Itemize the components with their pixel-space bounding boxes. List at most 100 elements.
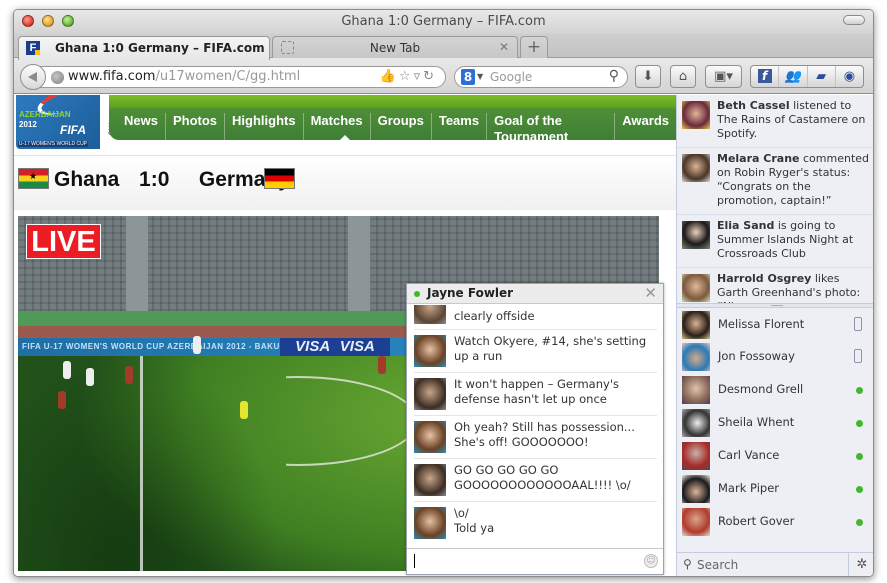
buddy-list-item[interactable]: Desmond Grell — [677, 374, 873, 406]
buddy-list-item[interactable]: Melissa Florent — [677, 309, 873, 341]
close-chat-icon[interactable]: ✕ — [644, 284, 657, 302]
url-action-icons[interactable]: 👍☆▿↻ — [380, 69, 437, 84]
buddy-list-item[interactable]: Jon Fossoway — [677, 341, 873, 373]
search-engine-dropdown-icon[interactable]: ▼ — [477, 72, 483, 81]
home-button[interactable]: ⌂ — [670, 65, 696, 88]
sponsor-board: VISA VISA — [280, 338, 390, 356]
player — [378, 356, 386, 374]
close-tab-icon[interactable]: ✕ — [499, 40, 509, 54]
ticker-text: Elia Sand is going to Summer Islands Nig… — [717, 219, 872, 261]
chat-header[interactable]: Jayne Fowler ✕ — [407, 284, 663, 304]
messages-button[interactable]: ▰ — [808, 66, 836, 87]
download-arrow-icon: ⬇ — [642, 69, 654, 84]
tab-new-tab[interactable]: New Tab ✕ — [272, 36, 518, 59]
chat-messages[interactable]: clearly offside Watch Okyere, #14, she's… — [407, 305, 663, 541]
chat-contact-name[interactable]: Jayne Fowler — [427, 286, 513, 300]
like-icon[interactable]: 👍 — [380, 69, 399, 84]
mobile-icon — [854, 349, 862, 363]
reload-icon[interactable]: ↻ — [423, 69, 437, 84]
nav-highlights[interactable]: Highlights — [225, 113, 304, 145]
buddy-list-item[interactable]: Robert Gover — [677, 506, 873, 538]
nav-groups[interactable]: Groups — [371, 113, 432, 145]
avatar — [682, 376, 710, 404]
nav-awards[interactable]: Awards — [615, 113, 676, 145]
buddy-list-item[interactable]: Mark Piper — [677, 473, 873, 505]
toolbar-toggle-button[interactable] — [843, 15, 865, 25]
chat-message-input[interactable]: ☺ — [407, 548, 663, 574]
bookmarks-button[interactable]: ▣▾ — [705, 65, 742, 88]
buddy-name: Sheila Whent — [718, 415, 795, 429]
title-bar: Ghana 1:0 Germany – FIFA.com — [14, 10, 873, 34]
buddy-list-item[interactable]: Sheila Whent — [677, 407, 873, 439]
banner-text: FIFA U-17 WOMEN'S WORLD CUP AZERBAIJAN 2… — [22, 342, 280, 351]
nav-items: News Photos Highlights Matches Groups Te… — [117, 113, 676, 145]
tab-label: Ghana 1:0 Germany – FIFA.com — [55, 41, 265, 55]
ticker-user-name[interactable]: Elia Sand — [717, 219, 774, 232]
ticker-item[interactable]: Melara Crane commented on Robin Ryger's … — [677, 148, 873, 215]
back-button[interactable] — [20, 64, 46, 90]
ticker-item[interactable]: Harrold Osgrey likes Garth Greenhand's p… — [677, 268, 873, 304]
tab-fifa[interactable]: F Ghana 1:0 Germany – FIFA.com — [18, 36, 270, 60]
home-icon: ⌂ — [678, 69, 688, 84]
online-status-icon — [856, 387, 863, 394]
facebook-button[interactable]: f — [751, 66, 780, 87]
notifications-button[interactable]: ◉ — [836, 66, 863, 87]
messages-icon: ▰ — [816, 69, 827, 84]
tournament-logo[interactable]: AZERBAIJAN 2012 FIFA U-17 WOMEN'S WORLD … — [16, 95, 100, 149]
google-icon[interactable]: 8 — [461, 69, 475, 85]
new-tab-button[interactable]: + — [520, 36, 548, 59]
bookmark-star-icon[interactable]: ☆ — [399, 69, 414, 84]
ticker-user-name[interactable]: Melara Crane — [717, 152, 800, 165]
sidebar-resize-handle[interactable] — [677, 303, 873, 308]
friend-requests-button[interactable]: 👥 — [779, 66, 808, 87]
history-dropdown-icon[interactable]: ▿ — [414, 69, 424, 84]
ticker-user-name[interactable]: Beth Cassel — [717, 99, 790, 112]
search-bar[interactable]: 8 ▼ Google ⚲ — [454, 66, 628, 88]
player — [58, 391, 66, 409]
search-icon: ⚲ — [683, 557, 692, 571]
nav-news[interactable]: News — [117, 113, 166, 145]
avatar — [414, 507, 446, 539]
message-text: Oh yeah? Still has possession... She's o… — [454, 420, 635, 449]
chat-window: Jayne Fowler ✕ clearly offside Watch Oky… — [406, 283, 664, 575]
tab-label: New Tab — [369, 41, 421, 55]
chat-message: GO GO GO GO GO GOOOOOOOOOOOOAAL!!!! \o/ — [414, 459, 657, 502]
ghana-flag-icon — [18, 168, 49, 189]
nav-photos[interactable]: Photos — [166, 113, 226, 145]
avatar — [414, 378, 446, 410]
sidebar-search[interactable]: ⚲ Search ✲ — [677, 552, 873, 576]
address-bar[interactable]: www.fifa.com/u17women/C/gg.html 👍☆▿↻ — [36, 66, 446, 88]
avatar — [682, 343, 710, 371]
url-text[interactable]: www.fifa.com/u17women/C/gg.html — [68, 69, 300, 84]
buddy-list-item[interactable]: Carl Vance — [677, 440, 873, 472]
video-aisle — [348, 216, 370, 311]
buddy-name: Mark Piper — [718, 481, 779, 495]
active-nav-indicator — [339, 135, 351, 141]
facebook-sidebar: Beth Cassel listened to The Rains of Cas… — [676, 95, 873, 576]
avatar — [414, 464, 446, 496]
avatar — [414, 335, 446, 367]
search-input[interactable]: Google — [490, 70, 532, 84]
gear-icon[interactable]: ✲ — [848, 553, 873, 576]
browser-window: Ghana 1:0 Germany – FIFA.com F Ghana 1:0… — [13, 9, 874, 577]
ticker-item[interactable]: Beth Cassel listened to The Rains of Cas… — [677, 95, 873, 148]
nav-teams[interactable]: Teams — [432, 113, 488, 145]
avatar — [682, 475, 710, 503]
downloads-button[interactable]: ⬇ — [635, 65, 661, 88]
buddy-name: Robert Gover — [718, 514, 795, 528]
search-icon[interactable]: ⚲ — [609, 68, 619, 84]
buddy-name: Carl Vance — [718, 448, 780, 462]
ticker-item[interactable]: Elia Sand is going to Summer Islands Nig… — [677, 215, 873, 268]
nav-goal-of-the-tournament[interactable]: Goal of the Tournament — [487, 113, 616, 145]
chat-message: Watch Okyere, #14, she's setting up a ru… — [414, 330, 657, 373]
avatar — [682, 508, 710, 536]
pitch-halfway-line — [140, 356, 143, 571]
ticker-text: Harrold Osgrey likes Garth Greenhand's p… — [717, 272, 872, 304]
tab-strip: F Ghana 1:0 Germany – FIFA.com New Tab ✕… — [14, 34, 873, 60]
bookmarks-icon: ▣▾ — [714, 69, 733, 84]
ticker-user-name[interactable]: Harrold Osgrey — [717, 272, 811, 285]
chat-search-input[interactable]: Search — [697, 558, 738, 572]
emoticon-icon[interactable]: ☺ — [644, 554, 658, 568]
player — [125, 366, 133, 384]
nav-matches[interactable]: Matches — [304, 113, 371, 145]
